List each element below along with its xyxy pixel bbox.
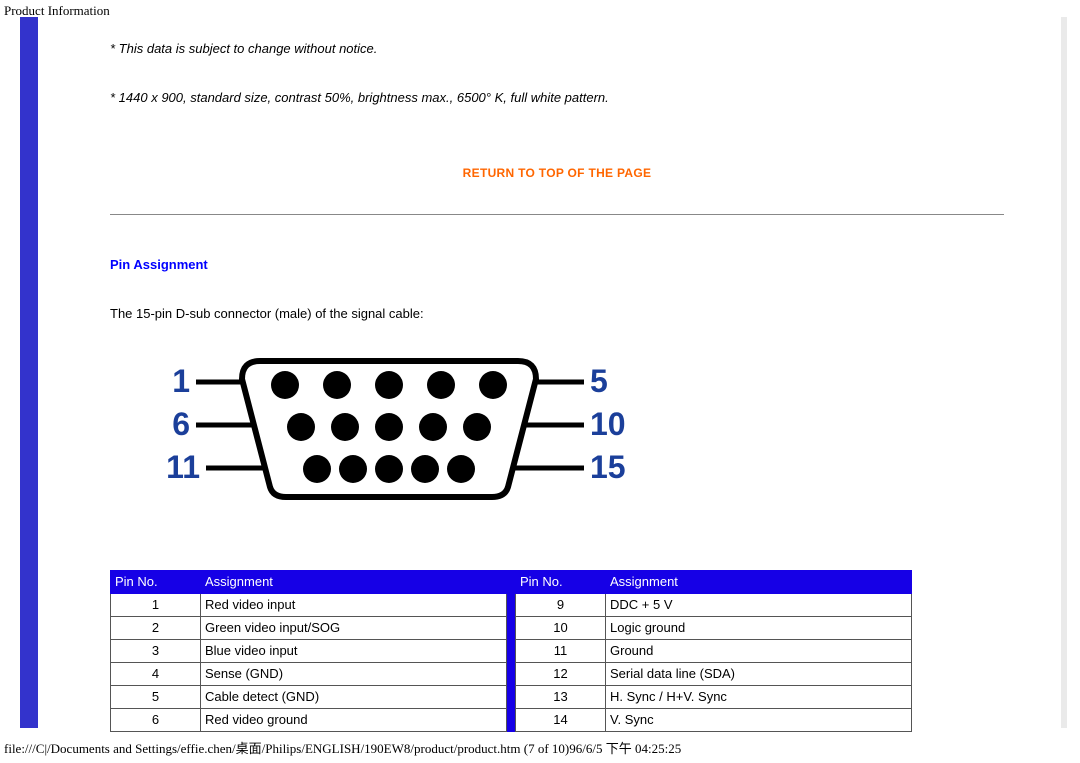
section-title-pin-assignment: Pin Assignment: [110, 257, 1004, 272]
table-row: 13H. Sync / H+V. Sync: [516, 686, 912, 709]
diagram-label-11: 11: [166, 449, 200, 485]
table-row: 10Logic ground: [516, 617, 912, 640]
col-header-pin: Pin No.: [516, 571, 606, 594]
table-row: 5Cable detect (GND): [111, 686, 507, 709]
table-row: 11Ground: [516, 640, 912, 663]
diagram-label-10: 10: [590, 406, 626, 442]
table-row: 14V. Sync: [516, 709, 912, 732]
content-area: * This data is subject to change without…: [38, 17, 1060, 732]
col-header-pin: Pin No.: [111, 571, 201, 594]
col-header-assign: Assignment: [201, 571, 507, 594]
pin-table-right: Pin No. Assignment 9DDC + 5 V 10Logic gr…: [515, 570, 912, 732]
footer-path: file:///C|/Documents and Settings/effie.…: [4, 738, 681, 757]
table-row: 9DDC + 5 V: [516, 594, 912, 617]
return-top-link[interactable]: RETURN TO TOP OF THE PAGE: [463, 166, 652, 180]
dsub-connector-diagram: 1 6 11 5 10 15: [160, 347, 1004, 510]
diagram-label-15: 15: [590, 449, 626, 485]
pin-table-left: Pin No. Assignment 1Red video input 2Gre…: [110, 570, 507, 732]
col-header-assign: Assignment: [606, 571, 912, 594]
table-row: 4Sense (GND): [111, 663, 507, 686]
table-row: 6Red video ground: [111, 709, 507, 732]
diagram-label-6: 6: [172, 406, 190, 442]
diagram-label-1: 1: [172, 363, 190, 399]
diagram-label-5: 5: [590, 363, 608, 399]
note-spec: * 1440 x 900, standard size, contrast 50…: [110, 90, 1004, 105]
table-row: 3Blue video input: [111, 640, 507, 663]
divider: [110, 214, 1004, 215]
note-change: * This data is subject to change without…: [110, 41, 1004, 56]
section-desc: The 15-pin D-sub connector (male) of the…: [110, 306, 1004, 321]
table-row: 1Red video input: [111, 594, 507, 617]
right-grey-strip: [1061, 17, 1067, 728]
pin-tables: Pin No. Assignment 1Red video input 2Gre…: [110, 570, 1004, 732]
table-gap: [507, 570, 515, 732]
left-blue-strip: [20, 17, 38, 728]
table-row: 2Green video input/SOG: [111, 617, 507, 640]
table-row: 12Serial data line (SDA): [516, 663, 912, 686]
